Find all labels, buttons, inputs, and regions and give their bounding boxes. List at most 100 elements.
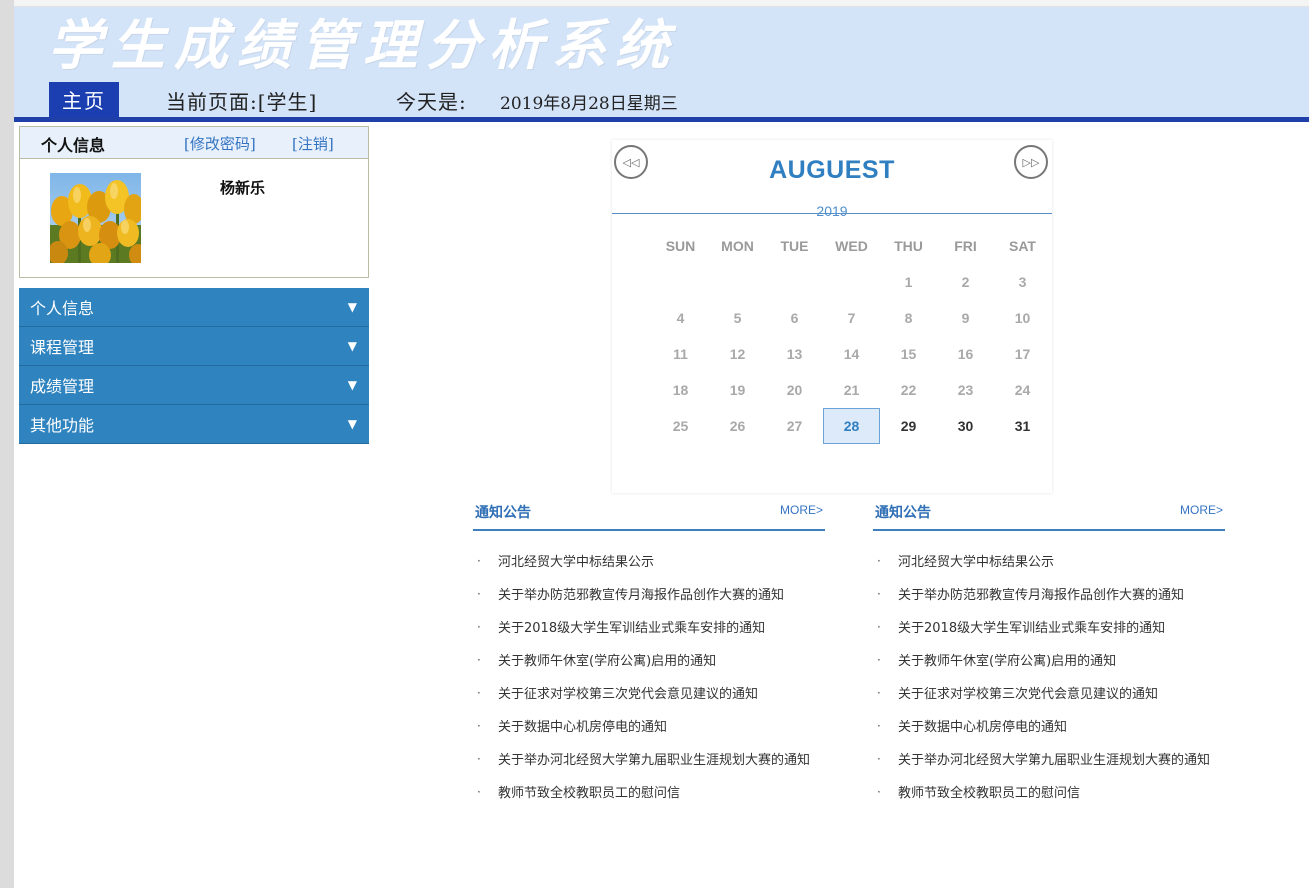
calendar-day[interactable]: 16 — [937, 336, 994, 372]
calendar-day[interactable]: 15 — [880, 336, 937, 372]
bullet-icon: · — [477, 652, 481, 667]
notice-link[interactable]: 关于2018级大学生军训结业式乘车安排的通知 — [898, 617, 1165, 636]
notice-link[interactable]: 教师节致全校教职员工的慰问信 — [498, 782, 680, 801]
notice-item[interactable]: · 关于2018级大学生军训结业式乘车安排的通知 — [473, 610, 825, 643]
next-month-icon[interactable]: ▷▷ — [1014, 145, 1048, 179]
calendar-empty-cell — [823, 264, 880, 300]
logout-link[interactable]: [注销] — [292, 133, 334, 154]
notice-item[interactable]: · 关于征求对学校第三次党代会意见建议的通知 — [873, 676, 1225, 709]
notice-link[interactable]: 关于数据中心机房停电的通知 — [898, 716, 1067, 735]
bullet-icon: · — [877, 586, 881, 601]
notice-link[interactable]: 关于数据中心机房停电的通知 — [498, 716, 667, 735]
calendar-week-row: 25 26 27 28 29 30 31 — [652, 408, 1052, 444]
notice-item[interactable]: · 河北经贸大学中标结果公示 — [873, 544, 1225, 577]
weekday-label: WED — [835, 238, 868, 254]
more-link[interactable]: MORE> — [780, 503, 823, 517]
menu-item-label: 其他功能 — [30, 416, 95, 435]
calendar-day[interactable]: 22 — [880, 372, 937, 408]
notice-item[interactable]: · 关于数据中心机房停电的通知 — [873, 709, 1225, 742]
menu-item-label: 成绩管理 — [30, 377, 95, 396]
notice-item[interactable]: · 关于2018级大学生军训结业式乘车安排的通知 — [873, 610, 1225, 643]
notice-item[interactable]: · 关于举办防范邪教宣传月海报作品创作大赛的通知 — [873, 577, 1225, 610]
calendar-day[interactable]: 2 — [937, 264, 994, 300]
menu-item-personal-info[interactable]: 个人信息 ▼ — [19, 288, 369, 327]
calendar-empty-cell — [766, 264, 823, 300]
notice-list: · 河北经贸大学中标结果公示 · 关于举办防范邪教宣传月海报作品创作大赛的通知 · 关于2… — [873, 544, 1225, 808]
calendar-day[interactable]: 8 — [880, 300, 937, 336]
notice-link[interactable]: 关于举办防范邪教宣传月海报作品创作大赛的通知 — [898, 584, 1184, 603]
notice-item[interactable]: · 关于举办河北经贸大学第九届职业生涯规划大赛的通知 — [873, 742, 1225, 775]
menu-item-grade-management[interactable]: 成绩管理 ▼ — [19, 366, 369, 405]
calendar-day[interactable]: 5 — [709, 300, 766, 336]
calendar-day[interactable]: 24 — [994, 372, 1051, 408]
calendar-day[interactable]: 27 — [766, 408, 823, 444]
calendar-day[interactable]: 9 — [937, 300, 994, 336]
notice-link[interactable]: 关于举办防范邪教宣传月海报作品创作大赛的通知 — [498, 584, 784, 603]
notice-link[interactable]: 关于2018级大学生军训结业式乘车安排的通知 — [498, 617, 765, 636]
notice-link[interactable]: 关于教师午休室(学府公寓)启用的通知 — [898, 650, 1116, 669]
notice-link[interactable]: 关于教师午休室(学府公寓)启用的通知 — [498, 650, 716, 669]
calendar-day[interactable]: 14 — [823, 336, 880, 372]
calendar-day[interactable]: 31 — [994, 408, 1051, 444]
calendar-day[interactable]: 10 — [994, 300, 1051, 336]
menu-item-other-functions[interactable]: 其他功能 ▼ — [19, 405, 369, 444]
calendar-day[interactable]: 13 — [766, 336, 823, 372]
notice-link[interactable]: 关于征求对学校第三次党代会意见建议的通知 — [898, 683, 1158, 702]
notice-title: 通知公告 — [875, 505, 931, 521]
calendar-day[interactable]: 11 — [652, 336, 709, 372]
calendar-day-today[interactable]: 28 — [823, 408, 880, 444]
menu-item-course-management[interactable]: 课程管理 ▼ — [19, 327, 369, 366]
bullet-icon: · — [477, 685, 481, 700]
calendar-day[interactable]: 4 — [652, 300, 709, 336]
calendar-day[interactable]: 17 — [994, 336, 1051, 372]
notice-item[interactable]: · 关于举办防范邪教宣传月海报作品创作大赛的通知 — [473, 577, 825, 610]
triangle-down-icon: ▼ — [347, 378, 357, 392]
calendar-day[interactable]: 20 — [766, 372, 823, 408]
more-link[interactable]: MORE> — [1180, 503, 1223, 517]
notice-link[interactable]: 河北经贸大学中标结果公示 — [498, 551, 654, 570]
calendar-day[interactable]: 25 — [652, 408, 709, 444]
notice-item[interactable]: · 关于教师午休室(学府公寓)启用的通知 — [873, 643, 1225, 676]
notice-link[interactable]: 关于举办河北经贸大学第九届职业生涯规划大赛的通知 — [498, 749, 810, 768]
bullet-icon: · — [877, 718, 881, 733]
bullet-icon: · — [477, 619, 481, 634]
notice-link[interactable]: 关于举办河北经贸大学第九届职业生涯规划大赛的通知 — [898, 749, 1210, 768]
bullet-icon: · — [477, 751, 481, 766]
notice-title: 通知公告 — [475, 505, 531, 521]
notice-item[interactable]: · 关于数据中心机房停电的通知 — [473, 709, 825, 742]
user-name: 杨新乐 — [220, 179, 266, 197]
bullet-icon: · — [477, 553, 481, 568]
calendar-day[interactable]: 23 — [937, 372, 994, 408]
calendar-day[interactable]: 12 — [709, 336, 766, 372]
calendar-day[interactable]: 30 — [937, 408, 994, 444]
notice-item[interactable]: · 关于教师午休室(学府公寓)启用的通知 — [473, 643, 825, 676]
notice-link[interactable]: 河北经贸大学中标结果公示 — [898, 551, 1054, 570]
notice-item[interactable]: · 关于举办河北经贸大学第九届职业生涯规划大赛的通知 — [473, 742, 825, 775]
calendar-empty-cell — [709, 264, 766, 300]
calendar-day[interactable]: 6 — [766, 300, 823, 336]
notice-item[interactable]: · 关于征求对学校第三次党代会意见建议的通知 — [473, 676, 825, 709]
notice-item[interactable]: · 河北经贸大学中标结果公示 — [473, 544, 825, 577]
calendar-day[interactable]: 26 — [709, 408, 766, 444]
home-button[interactable]: 主页 — [49, 82, 119, 117]
notice-header: 通知公告 MORE> — [873, 499, 1225, 531]
calendar-day[interactable]: 1 — [880, 264, 937, 300]
personal-info-panel: 个人信息 [修改密码] [注销] 杨新乐 — [19, 126, 369, 278]
notice-link[interactable]: 关于征求对学校第三次党代会意见建议的通知 — [498, 683, 758, 702]
change-password-link[interactable]: [修改密码] — [184, 133, 256, 154]
notice-item[interactable]: · 教师节致全校教职员工的慰问信 — [473, 775, 825, 808]
calendar-week-row: 123 — [652, 264, 1052, 300]
tulip-photo — [50, 173, 141, 263]
header-divider — [14, 117, 1309, 122]
notice-item[interactable]: · 教师节致全校教职员工的慰问信 — [873, 775, 1225, 808]
calendar-day[interactable]: 29 — [880, 408, 937, 444]
current-page-label: 当前页面:[学生] — [166, 90, 318, 114]
calendar-day[interactable]: 18 — [652, 372, 709, 408]
calendar-day[interactable]: 21 — [823, 372, 880, 408]
calendar-widget: ◁◁ AUGUEST ▷▷ 2019 SUN MON TUE WED THU FRI SAT… — [612, 140, 1052, 493]
notice-list: · 河北经贸大学中标结果公示 · 关于举办防范邪教宣传月海报作品创作大赛的通知 · 关于2… — [473, 544, 825, 808]
calendar-day[interactable]: 7 — [823, 300, 880, 336]
calendar-day[interactable]: 19 — [709, 372, 766, 408]
notice-link[interactable]: 教师节致全校教职员工的慰问信 — [898, 782, 1080, 801]
calendar-day[interactable]: 3 — [994, 264, 1051, 300]
